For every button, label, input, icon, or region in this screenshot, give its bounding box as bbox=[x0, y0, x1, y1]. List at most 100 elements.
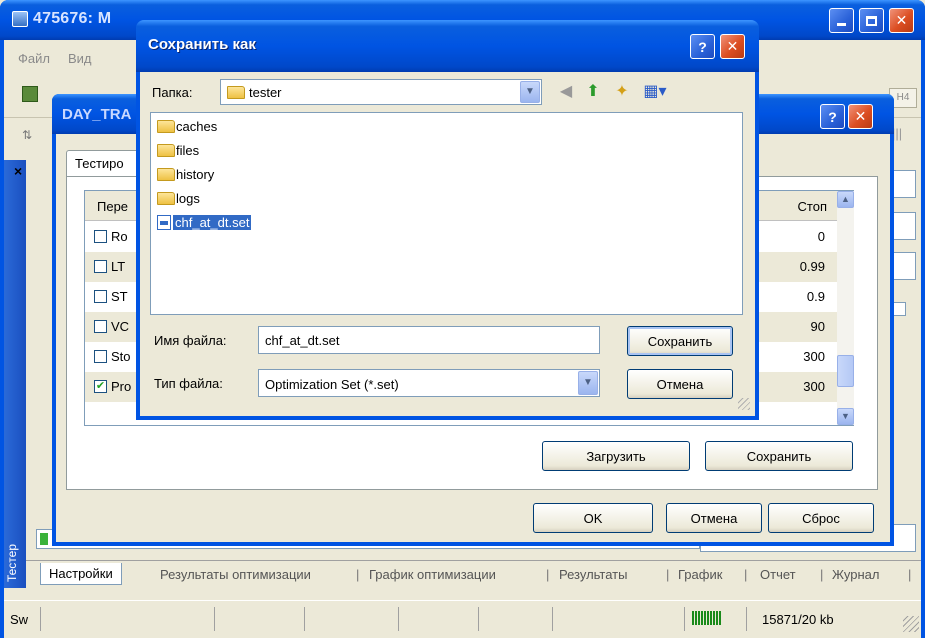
header-variable: Пере bbox=[97, 199, 129, 214]
tester-tabs: Настройки Результаты оптимизации | Графи… bbox=[26, 560, 921, 590]
tab-separator: | bbox=[546, 567, 550, 582]
ok-button[interactable]: OK bbox=[533, 503, 653, 533]
resize-grip-icon[interactable] bbox=[903, 616, 919, 632]
dialog-resize-grip-icon[interactable] bbox=[738, 398, 750, 410]
file-name: logs bbox=[176, 191, 200, 206]
tab-testing-label: Тестиро bbox=[75, 156, 124, 171]
tab-report[interactable]: Отчет bbox=[760, 567, 796, 582]
filename-value: chf_at_dt.set bbox=[265, 333, 340, 348]
folder-combobox[interactable]: tester ▼ bbox=[220, 79, 542, 105]
row-checkbox-checked[interactable]: ✔ bbox=[94, 380, 107, 393]
row-checkbox[interactable] bbox=[94, 290, 107, 303]
main-window-title: 475676: M bbox=[33, 10, 112, 27]
tab-separator: | bbox=[744, 567, 748, 582]
cancel-button[interactable]: Отмена bbox=[666, 503, 762, 533]
expert-help-button[interactable]: ? bbox=[820, 104, 845, 129]
grid-icon[interactable]: ||| bbox=[892, 126, 914, 148]
status-bar: Sw 15871/20 kb bbox=[4, 600, 921, 638]
tab-graph[interactable]: График bbox=[678, 567, 722, 582]
close-icon: ✕ bbox=[854, 108, 867, 124]
filetype-combobox[interactable]: Optimization Set (*.set) ▼ bbox=[258, 369, 600, 397]
maximize-button[interactable] bbox=[859, 8, 884, 33]
list-item-selected[interactable]: chf_at_dt.set bbox=[157, 215, 252, 235]
save-button[interactable]: Сохранить bbox=[627, 326, 733, 356]
view-menu-icon[interactable]: ▦▾ bbox=[640, 82, 670, 102]
folder-value: tester bbox=[249, 85, 282, 100]
right-checkbox[interactable] bbox=[892, 302, 906, 316]
tester-side-strip: Тестер bbox=[4, 160, 26, 588]
up-folder-icon[interactable]: ⬆ bbox=[583, 82, 603, 102]
row-name: Ro bbox=[111, 229, 128, 244]
header-stop: Стоп bbox=[797, 199, 827, 214]
maximize-icon bbox=[866, 15, 877, 26]
row-stop: 300 bbox=[803, 379, 825, 394]
row-name: Pro bbox=[111, 379, 132, 394]
menu-file[interactable]: Файл bbox=[18, 51, 50, 66]
status-cell bbox=[40, 607, 41, 631]
cancel-save-button[interactable]: Отмена bbox=[627, 369, 733, 399]
save-help-button[interactable]: ? bbox=[690, 34, 715, 59]
filename-input[interactable]: chf_at_dt.set bbox=[258, 326, 600, 354]
status-cell bbox=[746, 607, 747, 631]
list-item[interactable]: caches bbox=[157, 119, 217, 139]
toolbar-sort-icon[interactable]: ⇅ bbox=[22, 128, 32, 142]
save-settings-button[interactable]: Сохранить bbox=[705, 441, 853, 471]
menu-view[interactable]: Вид bbox=[68, 51, 92, 66]
row-checkbox[interactable] bbox=[94, 350, 107, 363]
folder-icon bbox=[157, 120, 175, 133]
tab-testing[interactable]: Тестиро bbox=[66, 150, 146, 177]
file-name: files bbox=[176, 143, 200, 158]
toolbar-chart-icon[interactable] bbox=[22, 86, 38, 102]
status-cell bbox=[478, 607, 479, 631]
status-left-text: Sw bbox=[10, 612, 29, 627]
folder-icon bbox=[157, 168, 175, 181]
tab-journal[interactable]: Журнал bbox=[832, 567, 879, 582]
folder-icon bbox=[157, 192, 175, 205]
main-close-button[interactable]: ✕ bbox=[889, 8, 914, 33]
help-icon: ? bbox=[828, 108, 837, 125]
tab-settings[interactable]: Настройки bbox=[40, 563, 122, 585]
minimize-button[interactable] bbox=[829, 8, 854, 33]
status-cell bbox=[304, 607, 305, 631]
scroll-up-icon[interactable]: ▲ bbox=[837, 191, 854, 208]
row-checkbox[interactable] bbox=[94, 320, 107, 333]
tab-separator: | bbox=[820, 567, 824, 582]
help-icon: ? bbox=[698, 38, 707, 55]
back-icon[interactable]: ◀ bbox=[556, 82, 576, 102]
connection-signal-icon bbox=[692, 610, 728, 628]
scroll-thumb[interactable] bbox=[837, 355, 854, 387]
tab-optimization-graph[interactable]: График оптимизации bbox=[369, 567, 496, 582]
row-name: LT bbox=[111, 259, 126, 274]
load-button[interactable]: Загрузить bbox=[542, 441, 690, 471]
save-close-button[interactable]: ✕ bbox=[720, 34, 745, 59]
status-cell bbox=[214, 607, 215, 631]
tab-separator: | bbox=[666, 567, 670, 582]
list-item[interactable]: history bbox=[157, 167, 214, 187]
folder-label: Папка: bbox=[152, 85, 193, 100]
tester-close-icon[interactable]: × bbox=[14, 163, 22, 179]
row-stop: 300 bbox=[803, 349, 825, 364]
filetype-label: Тип файла: bbox=[154, 376, 223, 391]
list-item[interactable]: logs bbox=[157, 191, 200, 211]
status-cell bbox=[552, 607, 553, 631]
scroll-down-icon[interactable]: ▼ bbox=[837, 408, 854, 425]
status-cell bbox=[684, 607, 685, 631]
set-file-icon bbox=[157, 215, 171, 230]
tab-optimization-results[interactable]: Результаты оптимизации bbox=[160, 567, 311, 582]
file-name: chf_at_dt.set bbox=[173, 215, 252, 230]
new-folder-icon[interactable]: ✦ bbox=[612, 82, 632, 102]
grid-scrollbar[interactable]: ▲ ▼ bbox=[837, 191, 854, 425]
filetype-value: Optimization Set (*.set) bbox=[265, 377, 399, 392]
expert-close-button[interactable]: ✕ bbox=[848, 104, 873, 129]
app-icon bbox=[12, 11, 28, 27]
row-checkbox[interactable] bbox=[94, 260, 107, 273]
file-list: caches files history logs chf_at_dt.set bbox=[150, 112, 743, 315]
filename-label: Имя файла: bbox=[154, 333, 227, 348]
chevron-down-icon[interactable]: ▼ bbox=[578, 371, 598, 395]
progress-fill bbox=[40, 533, 48, 545]
tab-results[interactable]: Результаты bbox=[559, 567, 627, 582]
chevron-down-icon[interactable]: ▼ bbox=[520, 81, 540, 103]
row-checkbox[interactable] bbox=[94, 230, 107, 243]
list-item[interactable]: files bbox=[157, 143, 199, 163]
reset-button[interactable]: Сброс bbox=[768, 503, 874, 533]
